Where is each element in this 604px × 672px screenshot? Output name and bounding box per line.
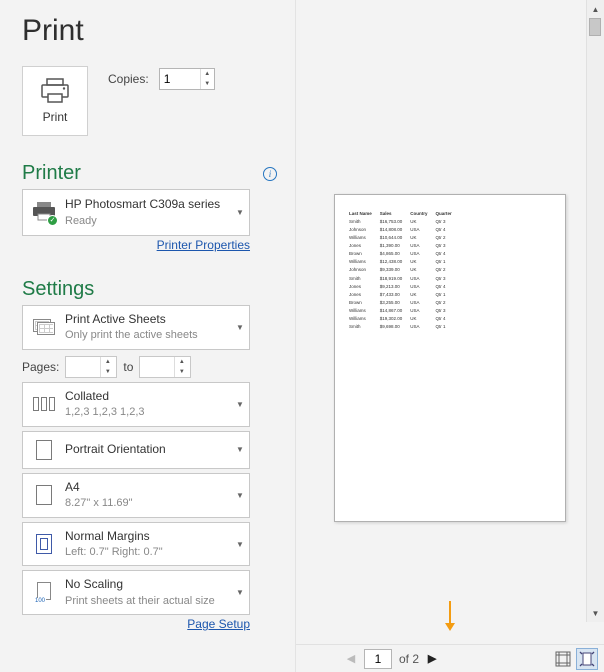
print-button[interactable]: Print — [22, 66, 88, 136]
copies-spinner[interactable]: ▲ ▼ — [159, 68, 215, 90]
paper-primary: A4 — [65, 480, 227, 496]
chevron-down-icon: ▼ — [231, 445, 249, 454]
print-what-primary: Print Active Sheets — [65, 312, 227, 328]
page-icon — [36, 485, 52, 505]
pages-to-spinner[interactable]: ▲▼ — [139, 356, 191, 378]
chevron-down-icon: ▼ — [231, 491, 249, 500]
scroll-track[interactable] — [587, 18, 604, 604]
scaling-secondary: Print sheets at their actual size — [65, 594, 227, 608]
print-button-label: Print — [43, 110, 68, 124]
current-page-input[interactable] — [364, 649, 392, 669]
pages-to-label: to — [123, 360, 133, 374]
scaling-icon: 100 — [34, 582, 54, 604]
prev-page-button[interactable]: ◀ — [342, 649, 360, 669]
paper-secondary: 8.27" x 11.69" — [65, 496, 227, 510]
collation-secondary: 1,2,3 1,2,3 1,2,3 — [65, 405, 227, 419]
pages-label: Pages: — [22, 360, 59, 374]
scroll-up-button[interactable]: ▲ — [587, 0, 604, 18]
scroll-thumb[interactable] — [589, 18, 601, 36]
annotation-arrow-icon — [445, 601, 455, 631]
paper-size-dropdown[interactable]: A4 8.27" x 11.69" ▼ — [22, 473, 250, 518]
chevron-down-icon: ▼ — [231, 540, 249, 549]
margins-dropdown[interactable]: Normal Margins Left: 0.7" Right: 0.7" ▼ — [22, 522, 250, 567]
zoom-to-page-button[interactable] — [576, 648, 598, 670]
pages-from-spinner[interactable]: ▲▼ — [65, 356, 117, 378]
page-title: Print — [22, 14, 277, 48]
portrait-icon — [36, 440, 52, 460]
show-margins-button[interactable] — [552, 648, 574, 670]
printer-dropdown[interactable]: ✓ HP Photosmart C309a series Ready ▼ — [22, 189, 250, 236]
collation-primary: Collated — [65, 389, 227, 405]
page-setup-link[interactable]: Page Setup — [187, 617, 250, 631]
printer-icon — [40, 78, 70, 104]
collate-icon — [33, 397, 55, 411]
info-icon[interactable]: i — [263, 167, 277, 181]
scaling-dropdown[interactable]: 100 No Scaling Print sheets at their act… — [22, 570, 250, 615]
printer-properties-link[interactable]: Printer Properties — [157, 238, 250, 252]
print-what-secondary: Only print the active sheets — [65, 328, 227, 342]
sheets-icon — [33, 319, 55, 335]
printer-status: Ready — [65, 214, 227, 228]
printer-name: HP Photosmart C309a series — [65, 197, 227, 213]
pages-to-input[interactable] — [140, 357, 174, 377]
preview-scrollbar[interactable]: ▲ ▼ — [586, 0, 604, 622]
print-what-dropdown[interactable]: Print Active Sheets Only print the activ… — [22, 305, 250, 350]
chevron-down-icon: ▼ — [231, 400, 249, 409]
check-icon: ✓ — [47, 215, 58, 226]
copies-label: Copies: — [108, 72, 149, 86]
chevron-down-icon: ▼ — [231, 208, 249, 217]
margins-icon — [36, 534, 52, 554]
copies-up[interactable]: ▲ — [201, 69, 214, 79]
preview-page: Last NameSalesCountryQuarterSmith$16,753… — [334, 194, 566, 522]
settings-section-title: Settings — [22, 278, 94, 301]
printer-section-title: Printer — [22, 162, 81, 185]
of-label: of 2 — [399, 652, 419, 666]
chevron-down-icon: ▼ — [231, 588, 249, 597]
preview-content-table: Last NameSalesCountryQuarterSmith$16,753… — [347, 209, 460, 332]
next-page-button[interactable]: ▶ — [423, 649, 441, 669]
copies-down[interactable]: ▼ — [201, 79, 214, 89]
chevron-down-icon: ▼ — [231, 323, 249, 332]
collation-dropdown[interactable]: Collated 1,2,3 1,2,3 1,2,3 ▼ — [22, 382, 250, 427]
margins-secondary: Left: 0.7" Right: 0.7" — [65, 545, 227, 559]
scroll-down-button[interactable]: ▼ — [587, 604, 604, 622]
orientation-dropdown[interactable]: Portrait Orientation ▼ — [22, 431, 250, 469]
printer-status-icon: ✓ — [32, 201, 56, 224]
copies-input[interactable] — [160, 69, 200, 89]
margins-primary: Normal Margins — [65, 529, 227, 545]
pages-from-input[interactable] — [66, 357, 100, 377]
scaling-primary: No Scaling — [65, 577, 227, 593]
print-preview-area: Last NameSalesCountryQuarterSmith$16,753… — [296, 0, 604, 644]
orientation-primary: Portrait Orientation — [65, 442, 227, 458]
